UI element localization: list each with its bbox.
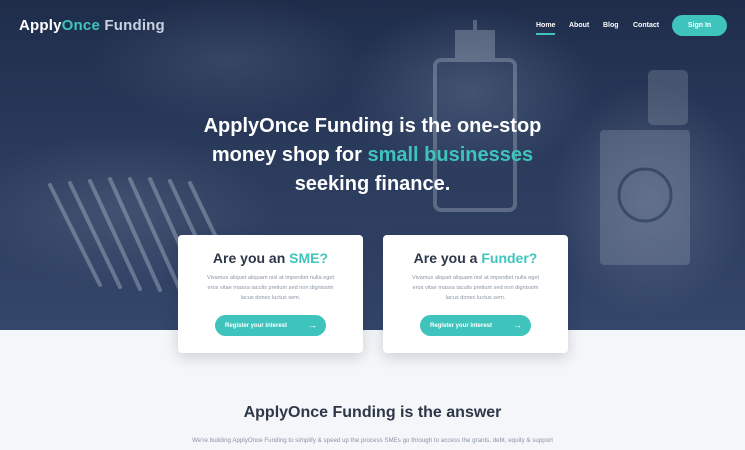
sme-card-title-text: Are you an bbox=[212, 250, 290, 266]
funder-register-button-label: Register your interest bbox=[430, 322, 493, 329]
funder-register-button[interactable]: Register your interest → bbox=[420, 315, 531, 336]
brand-logo[interactable]: ApplyOnce Funding bbox=[19, 17, 165, 34]
funder-card-title-text: Are you a bbox=[413, 250, 482, 266]
sme-register-button[interactable]: Register your interest → bbox=[215, 315, 326, 336]
funder-card-title: Are you a Funder? bbox=[383, 250, 568, 266]
cup-background-image bbox=[648, 70, 688, 125]
funder-card-title-highlight: Funder? bbox=[481, 250, 538, 266]
hero-section: ApplyOnce Funding Home About Blog Contac… bbox=[0, 0, 745, 330]
nav-item-blog[interactable]: Blog bbox=[603, 22, 619, 29]
hero-headline: ApplyOnce Funding is the one-stop money … bbox=[150, 112, 595, 199]
hero-headline-line-1: ApplyOnce Funding is the one-stop bbox=[203, 115, 542, 137]
nav-item-home[interactable]: Home bbox=[536, 22, 556, 35]
brand-logo-part-apply: Apply bbox=[19, 17, 62, 34]
sme-card-title: Are you an SME? bbox=[178, 250, 363, 266]
hero-headline-highlight: small businesses bbox=[367, 144, 534, 166]
hero-headline-line-2: money shop for small businesses bbox=[150, 141, 595, 170]
arrow-right-icon: → bbox=[513, 320, 522, 330]
sme-register-button-label: Register your interest bbox=[225, 322, 288, 329]
sme-card-description: Vivamus aliquet aliquam nisl at imperdie… bbox=[206, 275, 335, 301]
nav-item-contact[interactable]: Contact bbox=[633, 22, 659, 29]
funder-card: Are you a Funder? Vivamus aliquet aliqua… bbox=[383, 235, 568, 353]
sign-in-button[interactable]: Sign In bbox=[672, 15, 727, 36]
funder-card-description: Vivamus aliquet aliquam nisl at imperdie… bbox=[411, 275, 540, 301]
coffee-bag-background-image bbox=[600, 130, 690, 265]
hero-headline-line-3: seeking finance. bbox=[294, 173, 451, 195]
arrow-right-icon: → bbox=[308, 320, 317, 330]
nav-item-about[interactable]: About bbox=[569, 22, 589, 29]
hero-headline-line-2-text: money shop for bbox=[211, 144, 368, 166]
section-subtitle: We're building ApplyOnce Funding to simp… bbox=[192, 437, 553, 444]
brand-logo-part-once: Once bbox=[61, 17, 100, 34]
brand-logo-part-funding: Funding bbox=[100, 17, 165, 34]
section-title: ApplyOnce Funding is the answer bbox=[243, 404, 502, 421]
sme-card: Are you an SME? Vivamus aliquet aliquam … bbox=[178, 235, 363, 353]
sme-card-title-highlight: SME? bbox=[289, 250, 329, 266]
